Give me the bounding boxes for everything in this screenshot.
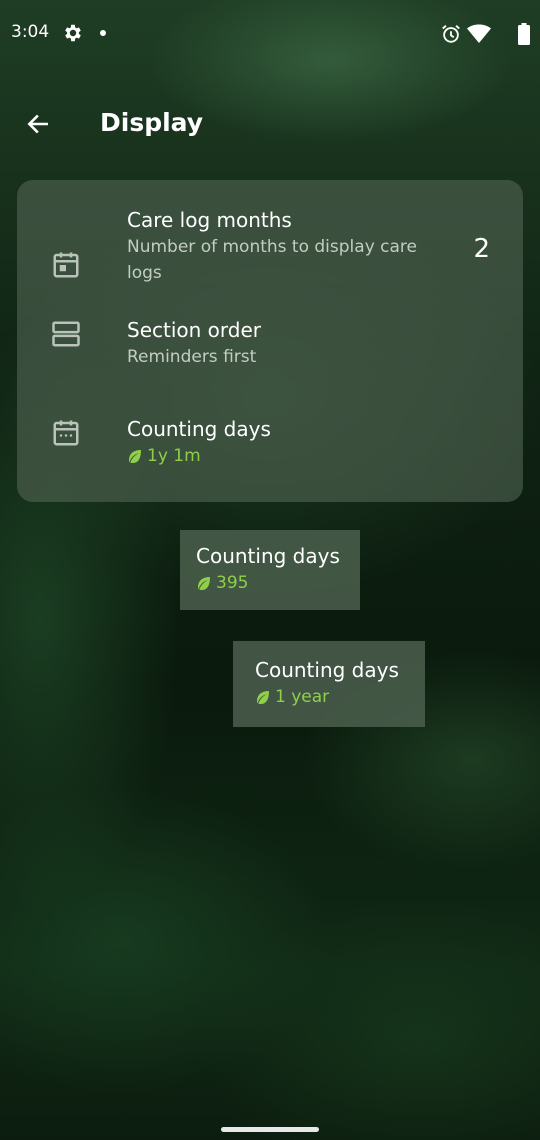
setting-subtitle: Reminders first	[127, 347, 257, 367]
settings-card: Care log months Number of months to disp…	[17, 180, 523, 502]
counting-days-widget-year[interactable]: Counting days 1 year	[233, 641, 425, 727]
view-agenda-icon	[52, 321, 80, 347]
gesture-nav-handle[interactable]	[221, 1127, 319, 1132]
setting-value: 2	[473, 234, 490, 264]
status-bar: 3:04	[0, 0, 540, 68]
setting-title: Section order	[127, 318, 261, 342]
widget-value: 395	[216, 573, 249, 593]
setting-subtitle: Number of months to display care logs	[127, 237, 417, 283]
widget-title: Counting days	[196, 544, 340, 568]
wifi-icon	[467, 24, 491, 43]
setting-care-log-months[interactable]: Care log months Number of months to disp…	[17, 206, 523, 318]
setting-title: Care log months	[127, 208, 292, 232]
page-title: Display	[100, 108, 204, 137]
setting-value: 1y 1m	[147, 446, 201, 466]
leaf-icon	[129, 450, 141, 463]
alarm-icon	[442, 25, 460, 43]
arrow-back-icon	[27, 114, 48, 134]
widget-value: 1 year	[275, 687, 330, 707]
counting-days-widget-days[interactable]: Counting days 395	[180, 530, 360, 610]
setting-section-order[interactable]: Section order Reminders first	[17, 316, 523, 386]
back-button[interactable]	[20, 106, 56, 142]
setting-title: Counting days	[127, 417, 271, 441]
settings-gear-icon	[65, 24, 81, 42]
leaf-icon	[257, 691, 269, 704]
widget-title: Counting days	[255, 658, 399, 682]
calendar-icon	[53, 420, 79, 446]
setting-counting-days[interactable]: Counting days 1y 1m	[17, 415, 523, 485]
status-time: 3:04	[11, 22, 50, 42]
notification-dot-icon	[100, 30, 106, 36]
battery-icon	[518, 23, 530, 45]
app-bar: Display	[0, 96, 540, 152]
leaf-icon	[198, 577, 210, 590]
calendar-today-icon	[53, 252, 79, 278]
